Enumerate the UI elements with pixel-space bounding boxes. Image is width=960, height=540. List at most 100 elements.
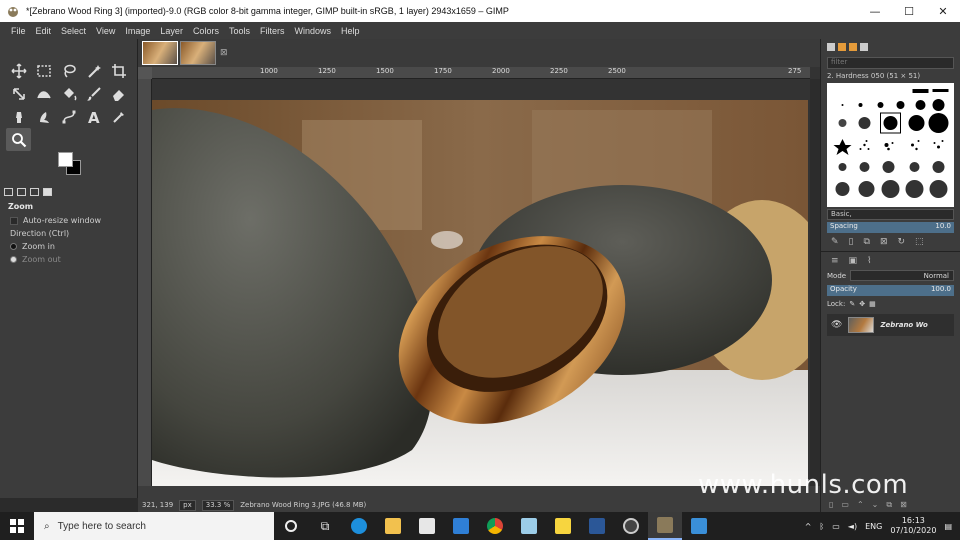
tray-overflow-icon[interactable]: ^ — [805, 522, 812, 531]
move-tool-icon[interactable] — [6, 59, 31, 82]
open-as-image-icon[interactable]: ⬚ — [915, 237, 924, 247]
document-history-tab-icon[interactable] — [860, 43, 868, 51]
image-canvas[interactable] — [152, 100, 808, 486]
fg-bg-colors[interactable] — [55, 152, 87, 182]
menu-help[interactable]: Help — [336, 26, 365, 36]
menu-select[interactable]: Select — [56, 26, 91, 36]
clone-tool-icon[interactable] — [6, 105, 31, 128]
new-layer-icon[interactable]: ▯ — [829, 500, 833, 512]
auto-resize-option[interactable]: Auto-resize window — [4, 214, 136, 227]
menu-layer[interactable]: Layer — [155, 26, 188, 36]
layers-tab-icon[interactable]: ≡ — [831, 256, 839, 266]
menu-colors[interactable]: Colors — [188, 26, 224, 36]
tool-options-tab-icon[interactable] — [4, 188, 13, 196]
lock-position-icon[interactable]: ✥ — [859, 300, 865, 308]
auto-resize-checkbox[interactable] — [10, 216, 18, 225]
fuzzy-select-tool-icon[interactable] — [81, 59, 106, 82]
images-tab-icon[interactable] — [43, 188, 52, 196]
language-indicator[interactable]: ENG — [865, 522, 882, 531]
delete-layer-icon[interactable]: ⊠ — [900, 500, 907, 512]
paths-tool-icon[interactable] — [56, 105, 81, 128]
bluetooth-icon[interactable]: ᛒ — [819, 522, 824, 531]
menu-image[interactable]: Image — [120, 26, 155, 36]
lasso-tool-icon[interactable] — [56, 59, 81, 82]
menu-edit[interactable]: Edit — [31, 26, 57, 36]
zoom-in-option[interactable]: Zoom in — [4, 240, 136, 253]
menu-file[interactable]: File — [6, 26, 31, 36]
new-group-icon[interactable]: ▭ — [841, 500, 849, 512]
brush-tag-select[interactable]: Basic, — [827, 209, 954, 220]
menu-tools[interactable]: Tools — [224, 26, 255, 36]
close-tab-icon[interactable]: ⊠ — [220, 48, 228, 58]
brush-grid[interactable] — [827, 83, 954, 207]
task-view-icon[interactable]: ⧉ — [308, 512, 342, 540]
crop-tool-icon[interactable] — [106, 59, 131, 82]
menu-view[interactable]: View — [91, 26, 120, 36]
word-icon[interactable] — [580, 512, 614, 540]
horizontal-ruler[interactable]: 1000 1250 1500 1750 2000 2250 2500 275 — [152, 67, 810, 79]
layer-mode-select[interactable]: Normal — [850, 270, 954, 281]
obs-icon[interactable] — [614, 512, 648, 540]
clock[interactable]: 16:13 07/10/2020 — [890, 516, 936, 536]
file-explorer-icon[interactable] — [376, 512, 410, 540]
layer-item[interactable]: 👁 Zebrano Wo — [827, 314, 954, 336]
mail-icon[interactable] — [444, 512, 478, 540]
cortana-icon[interactable] — [274, 512, 308, 540]
smudge-tool-icon[interactable] — [31, 105, 56, 128]
new-brush-icon[interactable]: ▯ — [849, 237, 854, 247]
delete-brush-icon[interactable]: ⊠ — [880, 237, 888, 247]
gimp-taskbar-icon[interactable] — [648, 512, 682, 540]
paths-tab-icon[interactable]: ⌇ — [867, 256, 871, 266]
maximize-button[interactable]: ☐ — [892, 0, 926, 22]
lock-pixels-icon[interactable]: ✎ — [849, 300, 855, 308]
image-tab-thumbnail[interactable] — [180, 41, 216, 65]
store-icon[interactable] — [410, 512, 444, 540]
layer-opacity-slider[interactable]: Opacity 100.0 — [827, 285, 954, 296]
vertical-ruler[interactable] — [138, 79, 152, 486]
edge-browser-icon[interactable] — [342, 512, 376, 540]
visibility-eye-icon[interactable]: 👁 — [831, 320, 842, 330]
zoom-out-radio[interactable] — [10, 256, 17, 263]
zoom-out-option[interactable]: Zoom out — [4, 253, 136, 266]
undo-history-tab-icon[interactable] — [30, 188, 39, 196]
patterns-tab-icon[interactable] — [838, 43, 846, 51]
duplicate-brush-icon[interactable]: ⧉ — [864, 237, 870, 247]
edit-brush-icon[interactable]: ✎ — [831, 237, 839, 247]
warp-tool-icon[interactable] — [31, 82, 56, 105]
brush-spacing-slider[interactable]: Spacing 10.0 — [827, 222, 954, 233]
vertical-scrollbar[interactable] — [810, 79, 820, 486]
sticky-notes-icon[interactable] — [546, 512, 580, 540]
pen-app-icon[interactable] — [512, 512, 546, 540]
fonts-tab-icon[interactable] — [849, 43, 857, 51]
foreground-color-swatch[interactable] — [58, 152, 73, 167]
text-tool-icon[interactable]: A — [81, 105, 106, 128]
taskbar-search[interactable]: ⌕ Type here to search — [34, 512, 274, 540]
windows-start-icon[interactable] — [0, 512, 34, 540]
network-icon[interactable]: ▭ — [832, 522, 840, 531]
duplicate-layer-icon[interactable]: ⧉ — [886, 500, 892, 512]
image-tab-thumbnail[interactable] — [142, 41, 178, 65]
lock-alpha-icon[interactable]: ▦ — [869, 300, 876, 308]
brush-filter-input[interactable]: filter — [827, 57, 954, 69]
device-status-tab-icon[interactable] — [17, 188, 26, 196]
unit-select[interactable]: px — [179, 499, 196, 511]
raise-layer-icon[interactable]: ⌃ — [857, 500, 864, 512]
volume-icon[interactable]: ◄) — [848, 522, 857, 531]
eraser-tool-icon[interactable] — [106, 82, 131, 105]
chrome-icon[interactable] — [478, 512, 512, 540]
zoom-select[interactable]: 33.3 % — [201, 499, 235, 511]
menu-filters[interactable]: Filters — [255, 26, 290, 36]
zoom-in-radio[interactable] — [10, 243, 17, 250]
notifications-icon[interactable]: ▤ — [944, 522, 952, 531]
color-picker-tool-icon[interactable] — [106, 105, 131, 128]
refresh-brushes-icon[interactable]: ↻ — [897, 237, 905, 247]
brushes-tab-icon[interactable] — [827, 43, 835, 51]
paintbrush-tool-icon[interactable] — [81, 82, 106, 105]
menu-windows[interactable]: Windows — [289, 26, 336, 36]
zoom-tool-icon[interactable] — [6, 128, 31, 151]
minimize-button[interactable]: — — [858, 0, 892, 22]
unified-transform-tool-icon[interactable] — [6, 82, 31, 105]
bucket-fill-tool-icon[interactable] — [56, 82, 81, 105]
close-button[interactable]: ✕ — [926, 0, 960, 22]
channels-tab-icon[interactable]: ▣ — [849, 256, 858, 266]
